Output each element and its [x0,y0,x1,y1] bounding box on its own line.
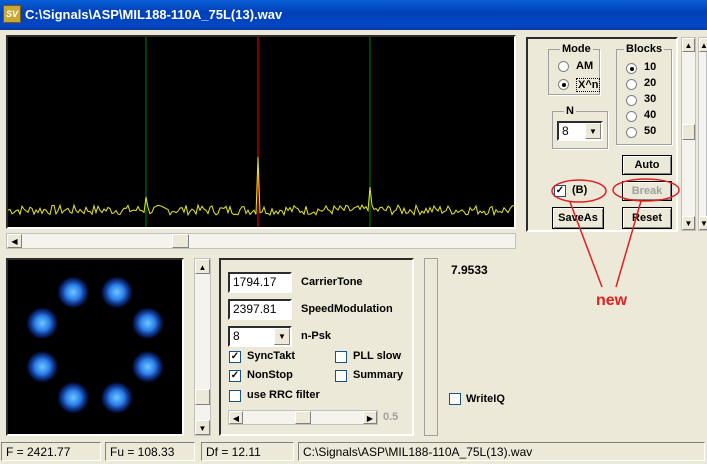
constellation-point [56,275,91,310]
n-value: 8 [562,124,569,138]
summary-label: Summary [353,369,404,381]
scroll-thumb[interactable] [195,389,210,405]
annotation-ellipse-b [551,179,607,203]
readout-value: 7.9533 [451,263,488,277]
carrier-tone-label: CarrierTone [301,276,363,288]
blocks-40-radio[interactable] [626,111,637,122]
mode-title: Mode [560,43,593,55]
rolloff-value: 0.5 [383,411,399,423]
npsk-label: n-Psk [301,330,331,342]
constellation-point [25,349,60,384]
summary-checkbox[interactable] [335,370,347,382]
mode-xn-radio[interactable] [558,79,569,90]
sync-takt-checkbox[interactable]: ✓ [229,351,241,363]
nonstop-checkbox[interactable]: ✓ [229,370,241,382]
speed-mod-label: SpeedModulation [301,303,393,315]
npsk-select[interactable]: 8 ▼ [228,326,292,347]
blocks-50-radio[interactable] [626,127,637,138]
status-f: F = 2421.77 [1,442,101,461]
npsk-value: 8 [233,329,240,343]
annotation-arrow-right [615,200,642,288]
rolloff-slider[interactable]: ◀ ▶ [228,410,378,425]
blocks-10-radio[interactable] [626,63,637,74]
constellation-display[interactable] [8,260,182,434]
constellation-panel [6,258,184,436]
scroll-up-icon[interactable]: ▲ [195,259,210,274]
mode-am-radio[interactable] [558,61,569,72]
scroll-thumb[interactable] [172,234,189,248]
use-rrc-checkbox[interactable] [229,390,241,402]
scroll-left-icon[interactable]: ◀ [7,234,22,248]
scroll-thumb[interactable] [682,124,695,140]
n-select[interactable]: 8 ▼ [557,121,603,141]
constellation-point [56,380,91,415]
sync-takt-label: SyncTakt [247,350,296,362]
blocks-50-label: 50 [644,125,657,137]
blocks-30-label: 30 [644,93,657,105]
params-panel: 1794.17 CarrierTone 2397.81 SpeedModulat… [219,258,414,436]
constellation-point [99,275,134,310]
status-file: C:\Signals\ASP\MIL188-110A_75L(13).wav [298,442,705,461]
constellation-point [130,306,165,341]
blocks-20-label: 20 [644,77,657,89]
chevron-down-icon[interactable]: ▼ [585,123,601,139]
constellation-v-scrollbar[interactable]: ▲ ▼ [194,258,211,436]
title-bar[interactable]: SV C:\Signals\ASP\MIL188-110A_75L(13).wa… [0,0,707,30]
mode-am-label: AM [576,60,594,72]
pll-slow-checkbox[interactable] [335,351,347,363]
blocks-20-radio[interactable] [626,79,637,90]
constellation-points [25,275,165,415]
scroll-left-icon[interactable]: ◀ [229,411,243,424]
scroll-up-icon[interactable]: ▲ [699,38,707,52]
write-iq-checkbox[interactable] [449,393,461,405]
annotation-new-label: new [596,292,628,309]
constellation-point [99,380,134,415]
annotation-overlay [551,178,680,288]
write-iq-label: WriteIQ [466,393,505,405]
status-fu: Fu = 108.33 [105,442,195,461]
scroll-up-icon[interactable]: ▲ [682,38,695,52]
n-title: N [564,105,576,117]
constellation-point [130,349,165,384]
scroll-right-icon[interactable]: ▶ [363,411,377,424]
nonstop-label: NonStop [247,369,293,381]
constellation-point [25,306,60,341]
app-logo-icon: SV [3,5,21,23]
speed-mod-field[interactable]: 2397.81 [228,299,292,320]
blocks-10-label: 10 [644,61,657,73]
blocks-40-label: 40 [644,109,657,121]
spectrum-trace [8,156,514,217]
blocks-30-radio[interactable] [626,95,637,106]
mode-xn-label: X^n [576,78,601,92]
spectrum-h-scrollbar[interactable]: ◀ [6,233,516,249]
annotation-arrow-left [569,201,603,288]
spectrum-display[interactable] [8,37,514,227]
spectrum-panel [6,35,516,229]
use-rrc-label: use RRC filter [247,389,320,401]
status-df: Df = 12.11 [201,442,294,461]
scroll-down-icon[interactable]: ▼ [699,216,707,230]
blocks-title: Blocks [624,43,665,55]
annotation-ellipse-break [612,178,680,202]
chevron-down-icon[interactable]: ▼ [274,328,290,345]
scroll-down-icon[interactable]: ▼ [195,420,210,435]
level-gauge [424,258,438,436]
carrier-tone-field[interactable]: 1794.17 [228,272,292,293]
slider-thumb[interactable] [295,411,311,424]
pll-slow-label: PLL slow [353,350,402,362]
window-title: C:\Signals\ASP\MIL188-110A_75L(13).wav [25,7,283,22]
